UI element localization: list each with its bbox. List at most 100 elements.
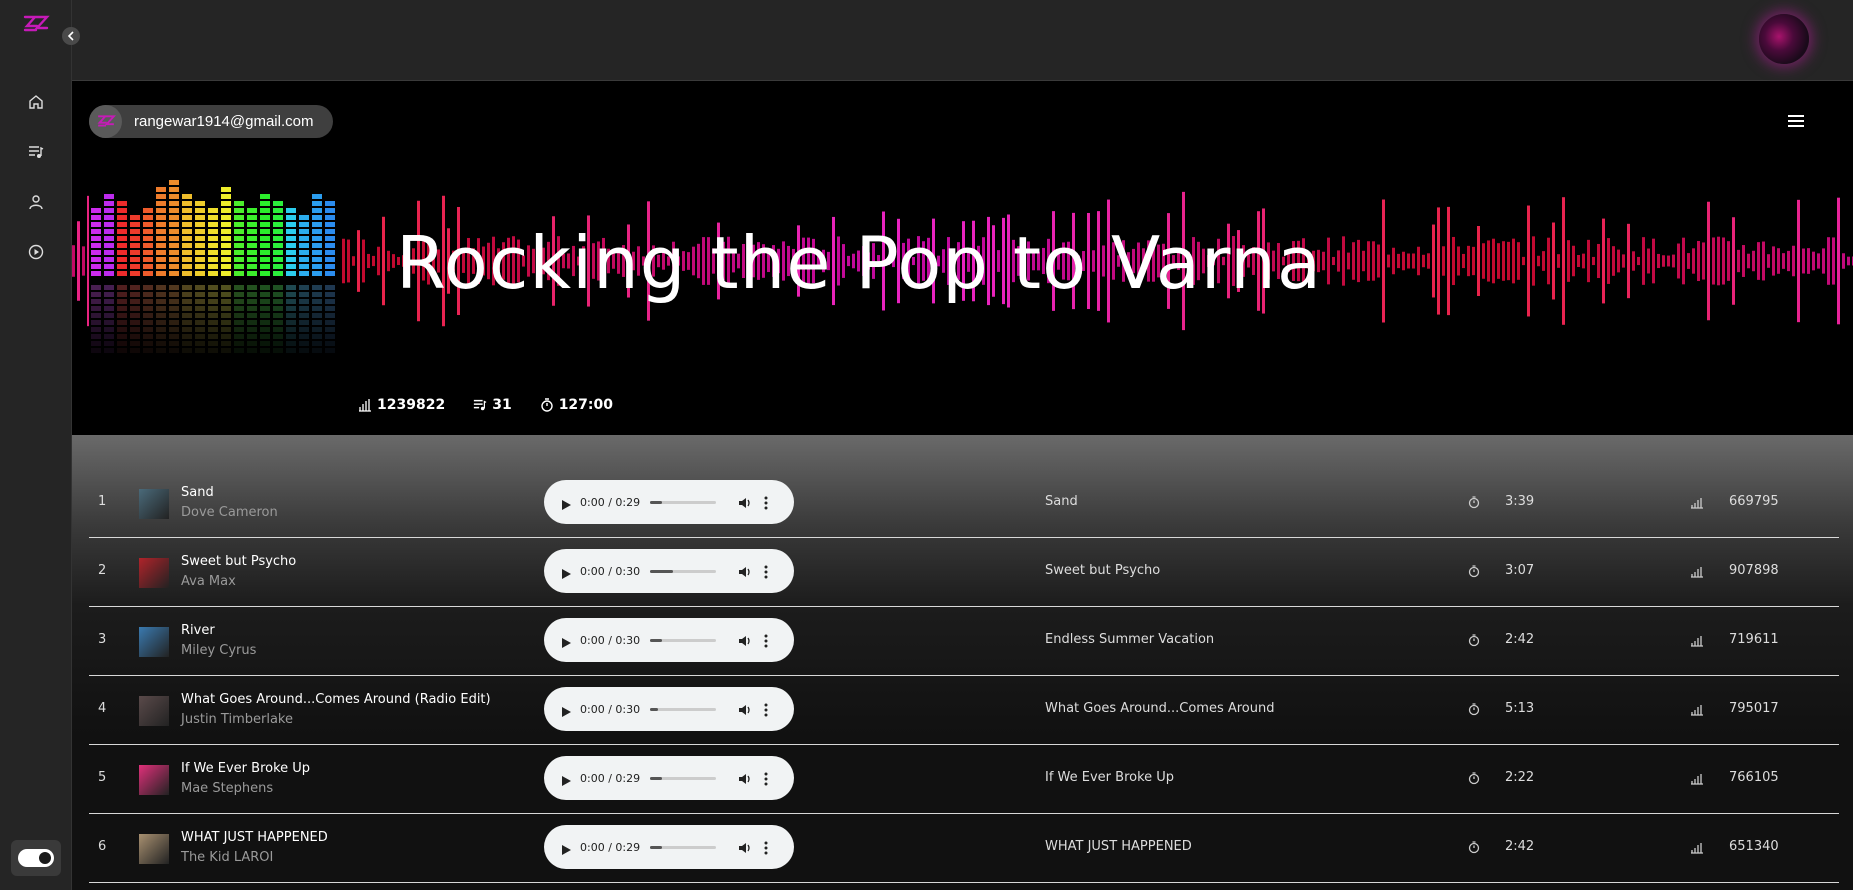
audio-player: 0:00 / 0:30 (544, 618, 794, 662)
avatar[interactable] (1759, 14, 1809, 64)
seek-progress (650, 500, 662, 504)
more-options-icon[interactable] (764, 771, 768, 786)
volume-icon[interactable] (738, 633, 752, 647)
track-name[interactable]: What Goes Around...Comes Around (Radio E… (181, 692, 491, 707)
more-options-icon[interactable] (764, 633, 768, 648)
track-artist[interactable]: Dove Cameron (181, 505, 278, 520)
player-time: 0:00 / 0:30 (580, 702, 641, 716)
playlist-cover (89, 161, 341, 413)
track-duration: 2:42 (1505, 632, 1535, 647)
app-logo[interactable] (22, 14, 50, 36)
chevron-left-icon (67, 31, 74, 41)
profile-icon[interactable] (24, 190, 48, 214)
table-row[interactable]: 5 If We Ever Broke Up Mae Stephens 0:00 / 0… (89, 745, 1839, 814)
table-row[interactable]: 6 WHAT JUST HAPPENED The Kid LAROI 0:00 / 0… (89, 814, 1839, 883)
track-name[interactable]: If We Ever Broke Up (181, 761, 310, 776)
table-row[interactable]: 4 What Goes Around...Comes Around (Radio … (89, 676, 1839, 745)
more-options-icon[interactable] (764, 702, 768, 717)
volume-icon[interactable] (738, 840, 752, 854)
track-number: 2 (98, 563, 107, 578)
track-count: 31 (492, 397, 512, 413)
play-icon[interactable] (560, 703, 572, 717)
playlist-header: rangewar1914@gmail.com Rocking the Pop t… (72, 81, 1853, 435)
user-pill[interactable]: rangewar1914@gmail.com (89, 105, 333, 138)
track-thumbnail (139, 834, 169, 864)
duration-stat: 127:00 (540, 397, 613, 413)
plays-stat: 1239822 (358, 397, 445, 413)
track-number: 6 (98, 839, 107, 854)
volume-icon[interactable] (738, 495, 752, 509)
track-duration: 3:07 (1505, 563, 1535, 578)
table-row[interactable]: 2 Sweet but Psycho Ava Max 0:00 / 0:30 Sweet… (89, 538, 1839, 607)
plays-icon (1690, 632, 1704, 647)
track-thumbnail (139, 489, 169, 519)
playlist-icon[interactable] (24, 140, 48, 164)
seek-slider[interactable] (650, 500, 717, 504)
player-icon[interactable] (24, 240, 48, 264)
more-options-icon[interactable] (764, 564, 768, 579)
track-number: 4 (98, 701, 107, 716)
seek-progress (650, 845, 662, 849)
theme-toggle[interactable] (11, 840, 61, 876)
volume-icon[interactable] (738, 771, 752, 785)
track-album: Endless Summer Vacation (1045, 632, 1215, 647)
seek-slider[interactable] (650, 707, 717, 711)
seek-progress (650, 569, 674, 573)
stopwatch-icon (540, 398, 553, 412)
player-time: 0:00 / 0:29 (580, 771, 641, 785)
track-thumbnail (139, 765, 169, 795)
collapse-sidebar-button[interactable] (62, 27, 80, 45)
track-name[interactable]: Sweet but Psycho (181, 554, 296, 569)
track-name[interactable]: River (181, 623, 215, 638)
seek-slider[interactable] (650, 638, 717, 642)
total-duration: 127:00 (558, 397, 613, 413)
table-row[interactable]: 3 River Miley Cyrus 0:00 / 0:30 Endless Summ… (89, 607, 1839, 676)
toggle-knob (39, 852, 51, 864)
play-icon[interactable] (560, 841, 572, 855)
seek-slider[interactable] (650, 845, 717, 849)
more-options-icon[interactable] (764, 840, 768, 855)
track-artist[interactable]: Ava Max (181, 574, 236, 589)
hamburger-menu-icon[interactable] (1787, 113, 1805, 129)
duration-icon (1467, 563, 1481, 578)
volume-icon[interactable] (738, 564, 752, 578)
volume-icon[interactable] (738, 702, 752, 716)
home-icon[interactable] (24, 90, 48, 114)
track-artist[interactable]: Justin Timberlake (181, 712, 293, 727)
player-time: 0:00 / 0:29 (580, 495, 641, 509)
play-icon[interactable] (560, 496, 572, 510)
plays-icon (1690, 839, 1704, 854)
plays-icon (1690, 701, 1704, 716)
duration-icon (1467, 494, 1481, 509)
seek-slider[interactable] (650, 569, 717, 573)
track-plays: 669795 (1729, 494, 1779, 509)
audio-player: 0:00 / 0:29 (544, 480, 794, 524)
track-duration: 3:39 (1505, 494, 1535, 509)
duration-icon (1467, 770, 1481, 785)
track-thumbnail (139, 696, 169, 726)
play-icon[interactable] (560, 565, 572, 579)
track-duration: 5:13 (1505, 701, 1535, 716)
track-artist[interactable]: Miley Cyrus (181, 643, 256, 658)
seek-progress (650, 776, 662, 780)
track-album: WHAT JUST HAPPENED (1045, 839, 1192, 854)
player-time: 0:00 / 0:30 (580, 633, 641, 647)
play-icon[interactable] (560, 634, 572, 648)
track-name[interactable]: Sand (181, 485, 214, 500)
audio-player: 0:00 / 0:30 (544, 687, 794, 731)
track-list: 1 Sand Dove Cameron 0:00 / 0:29 Sand 3:39 6697… (72, 435, 1853, 890)
seek-slider[interactable] (650, 776, 717, 780)
seek-progress (650, 638, 662, 642)
track-number: 3 (98, 632, 107, 647)
track-name[interactable]: WHAT JUST HAPPENED (181, 830, 328, 845)
track-number: 1 (98, 494, 107, 509)
plays-count: 1239822 (377, 397, 446, 413)
track-duration: 2:22 (1505, 770, 1535, 785)
plays-icon (1690, 770, 1704, 785)
play-icon[interactable] (560, 772, 572, 786)
track-artist[interactable]: Mae Stephens (181, 781, 273, 796)
more-options-icon[interactable] (764, 495, 768, 510)
track-plays: 907898 (1729, 563, 1779, 578)
table-row[interactable]: 1 Sand Dove Cameron 0:00 / 0:29 Sand 3:39 6697… (89, 469, 1839, 538)
track-artist[interactable]: The Kid LAROI (181, 850, 273, 865)
